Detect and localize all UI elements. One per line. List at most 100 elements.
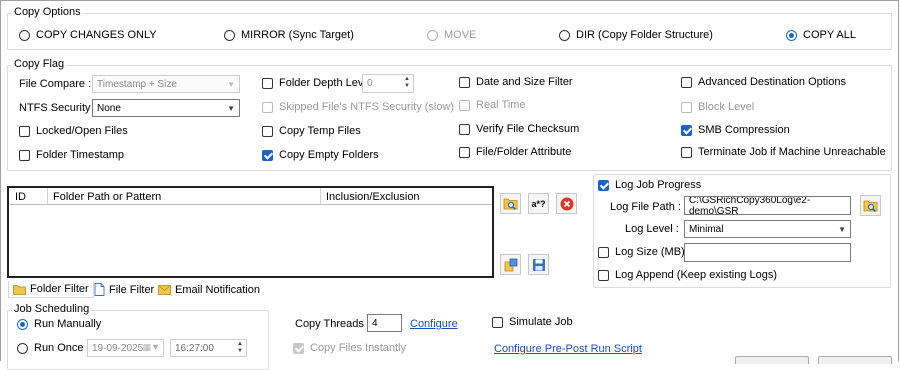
checkbox-label: Terminate Job if Machine Unreachable (698, 146, 886, 158)
radio-icon (427, 29, 438, 41)
import-filter-button[interactable] (500, 254, 521, 275)
copy-temp-files-checkbox[interactable]: Copy Temp Files (262, 125, 361, 137)
copy-empty-folders-checkbox[interactable]: Copy Empty Folders (262, 149, 379, 161)
folder-timestamp-checkbox[interactable]: Folder Timestamp (19, 149, 124, 161)
copy-threads-value: 4 (372, 317, 378, 329)
checkbox-icon (598, 246, 609, 258)
tab-email-notification[interactable]: Email Notification (154, 281, 264, 298)
delete-filter-button[interactable] (556, 193, 577, 214)
checkbox-label: Skipped File's NTFS Security (slow) (279, 101, 455, 113)
checkbox-icon (459, 146, 470, 158)
locked-open-files-checkbox[interactable]: Locked/Open Files (19, 125, 128, 137)
checkbox-icon (681, 146, 692, 158)
checkbox-label: Verify File Checksum (476, 123, 580, 135)
tab-label: File Filter (109, 283, 155, 296)
advanced-destination-checkbox[interactable]: Advanced Destination Options (681, 76, 846, 88)
log-file-path-input[interactable]: C:\GSRichCopy360Log\e2-demo\GSR (684, 196, 851, 215)
smb-compression-checkbox[interactable]: SMB Compression (681, 124, 790, 136)
ntfs-security-value: None (97, 102, 121, 114)
real-time-checkbox[interactable]: Real Time (459, 99, 526, 111)
save-icon (532, 258, 545, 271)
copy-options-title: Copy Options (12, 6, 83, 18)
checkbox-icon (19, 125, 30, 137)
checkbox-icon (459, 76, 470, 88)
block-level-checkbox[interactable]: Block Level (681, 101, 754, 113)
regex-icon: a*? (531, 198, 546, 209)
tab-file-filter[interactable]: File Filter (90, 281, 158, 298)
checkbox-icon (459, 123, 470, 135)
checkbox-label: Log Size (MB) (615, 246, 685, 258)
radio-icon (19, 29, 30, 41)
checkbox-label: Simulate Job (509, 316, 573, 328)
simulate-job-checkbox[interactable]: Simulate Job (492, 316, 573, 328)
save-filter-button[interactable] (528, 254, 549, 275)
folder-search-icon (863, 200, 878, 212)
run-once-radio[interactable]: Run Once (17, 342, 84, 354)
filter-table-header: ID Folder Path or Pattern Inclusion/Excl… (9, 188, 492, 205)
mode-label: MOVE (444, 29, 477, 41)
column-divider (320, 188, 321, 205)
folder-icon (13, 284, 26, 295)
mode-copy-changes-only[interactable]: COPY CHANGES ONLY (19, 29, 157, 41)
file-compare-value: Timestamp + Size (97, 78, 177, 90)
folder-depth-stepper[interactable]: 0 ▲ ▼ (362, 74, 414, 93)
mode-label: COPY ALL (803, 29, 856, 41)
checkbox-label: Date and Size Filter (476, 76, 573, 88)
mode-move[interactable]: MOVE (427, 29, 476, 41)
checkbox-label: Advanced Destination Options (698, 76, 846, 88)
checkbox-label: Copy Files Instantly (310, 342, 406, 354)
copy-threads-input[interactable]: 4 (367, 314, 402, 332)
copy-files-instantly-checkbox[interactable]: Copy Files Instantly (293, 342, 406, 354)
checkbox-label: Block Level (698, 101, 755, 113)
ntfs-security-label: NTFS Security : (19, 102, 97, 114)
radio-selected-icon (17, 318, 28, 330)
tab-folder-filter[interactable]: Folder Filter (8, 281, 94, 298)
checkbox-label: Real Time (476, 99, 526, 111)
ntfs-security-select[interactable]: None ▼ (92, 99, 240, 117)
radio-icon (559, 29, 570, 41)
checkbox-checked-icon (262, 149, 273, 161)
column-header-path[interactable]: Folder Path or Pattern (53, 191, 161, 203)
checkbox-icon (19, 149, 30, 161)
checkbox-label: Copy Temp Files (279, 125, 361, 137)
add-filter-button[interactable] (500, 193, 521, 214)
checkbox-icon (681, 76, 692, 88)
mode-label: MIRROR (Sync Target) (241, 29, 354, 41)
checkbox-label: SMB Compression (698, 124, 790, 136)
log-level-select[interactable]: Minimal ▼ (684, 220, 851, 238)
browse-log-path-button[interactable] (860, 195, 881, 216)
column-header-inclusion[interactable]: Inclusion/Exclusion (326, 191, 420, 203)
mode-dir[interactable]: DIR (Copy Folder Structure) (559, 29, 713, 41)
file-compare-select[interactable]: Timestamp + Size ▼ (92, 75, 240, 93)
log-level-value: Minimal (689, 223, 724, 235)
checkbox-label: Locked/Open Files (36, 125, 128, 137)
date-size-filter-checkbox[interactable]: Date and Size Filter (459, 76, 573, 88)
pattern-button[interactable]: a*? (528, 193, 549, 214)
dialog-button-partial[interactable] (735, 356, 809, 364)
configure-script-link[interactable]: Configure Pre-Post Run Script (494, 343, 642, 355)
mode-mirror[interactable]: MIRROR (Sync Target) (224, 29, 354, 41)
folder-depth-level-checkbox[interactable]: Folder Depth Level (262, 77, 372, 89)
dialog-button-partial[interactable] (818, 356, 892, 364)
run-manually-radio[interactable]: Run Manually (17, 318, 101, 330)
schedule-time-picker[interactable]: 16:27:00 ▲ ▼ (170, 339, 247, 357)
configure-threads-link[interactable]: Configure (410, 318, 458, 330)
filter-table[interactable]: ID Folder Path or Pattern Inclusion/Excl… (7, 186, 494, 278)
schedule-date-picker[interactable]: 19-09-2025 ▦▼ (87, 339, 164, 357)
file-icon (94, 283, 105, 296)
log-append-checkbox[interactable]: Log Append (Keep existing Logs) (598, 269, 777, 281)
checkbox-icon (262, 77, 273, 89)
log-size-input[interactable] (684, 243, 851, 262)
mode-copy-all[interactable]: COPY ALL (786, 29, 856, 41)
column-divider (47, 188, 48, 205)
schedule-time-value: 16:27:00 (175, 342, 214, 354)
log-job-progress-checkbox[interactable]: Log Job Progress (598, 179, 705, 191)
verify-checksum-checkbox[interactable]: Verify File Checksum (459, 123, 579, 135)
file-folder-attribute-checkbox[interactable]: File/Folder Attribute (459, 146, 571, 158)
log-size-checkbox[interactable]: Log Size (MB) (598, 246, 685, 258)
job-scheduling-title: Job Scheduling (12, 303, 92, 315)
skipped-ntfs-security-checkbox[interactable]: Skipped File's NTFS Security (slow) (262, 101, 454, 113)
checkbox-label: Copy Empty Folders (279, 149, 379, 161)
terminate-job-checkbox[interactable]: Terminate Job if Machine Unreachable (681, 146, 886, 158)
column-header-id[interactable]: ID (15, 191, 26, 203)
